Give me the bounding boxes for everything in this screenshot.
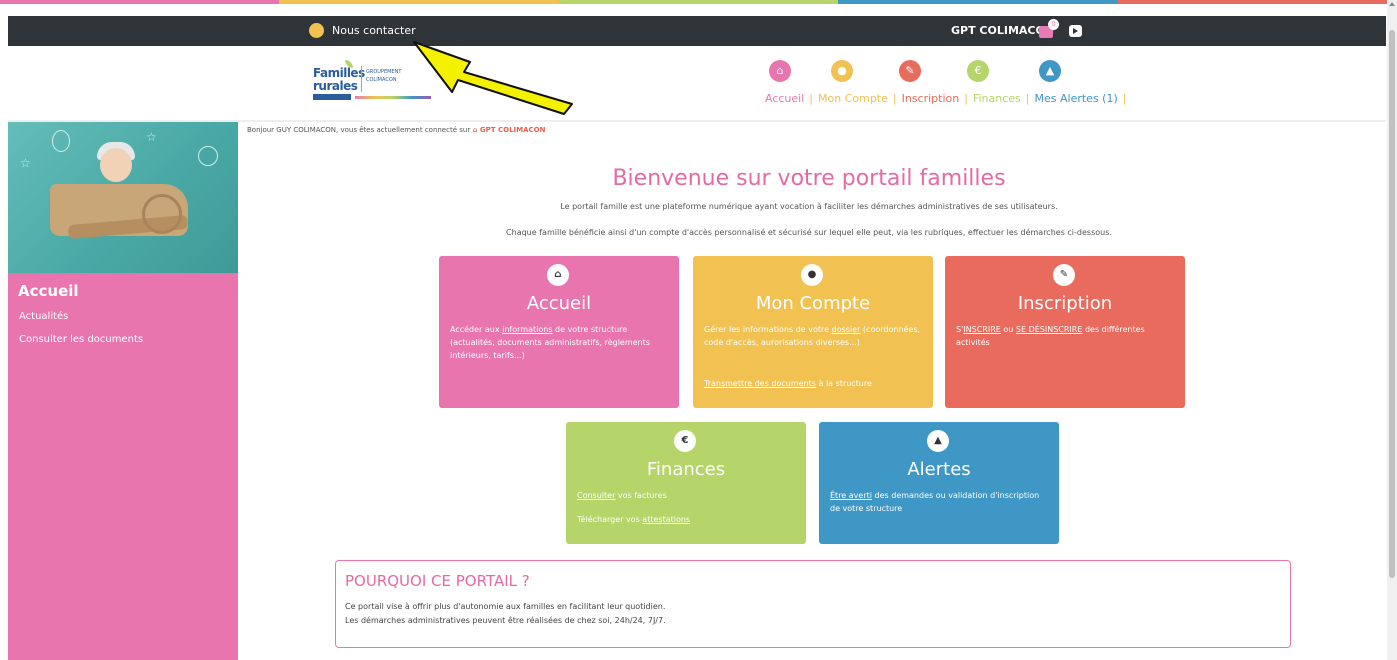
logo-pill: [313, 94, 351, 100]
nav-separator: |: [1122, 92, 1127, 105]
color-strip: [0, 0, 1397, 4]
nav-link-alertes[interactable]: Mes Alertes (1): [1035, 92, 1118, 105]
contact-link[interactable]: Nous contacter: [309, 23, 416, 38]
scrollbar-thumb[interactable]: [1389, 30, 1395, 578]
pencil-icon: ✎: [1053, 264, 1075, 286]
logo-line-2: rurales: [313, 79, 358, 93]
sidebar-title: Accueil: [18, 282, 79, 300]
card-title: Alertes: [907, 459, 971, 480]
nav-icons: ⌂ ● ✎ € ▲: [769, 60, 1069, 82]
card-accueil[interactable]: ⌂ Accueil Accéder aux informations de vo…: [439, 256, 679, 408]
why-paragraph-1: Ce portail vise à offrir plus d'autonomi…: [345, 602, 666, 611]
card-title: Mon Compte: [755, 293, 871, 314]
why-title: POURQUOI CE PORTAIL ?: [345, 572, 530, 590]
star-icon: ☆: [20, 156, 31, 170]
nav-separator: |: [964, 92, 968, 105]
cart-badge: 0: [1048, 19, 1059, 30]
card-description-2: Télécharger vos attestations: [577, 513, 690, 526]
card-text: à la structure: [815, 379, 872, 388]
card-description-2: Transmettre des documents à la structure: [704, 377, 872, 390]
star-icon: ☆: [146, 130, 157, 144]
card-mon-compte[interactable]: ● Mon Compte Gérer les informations de v…: [693, 256, 933, 408]
home-icon: ⌂: [547, 264, 569, 286]
intro-text-2: Chaque famille bénéficie ainsi d'un comp…: [506, 228, 1112, 237]
balloon-icon: [52, 130, 70, 152]
intro-text-1: Le portail famille est une plateforme nu…: [560, 202, 1058, 211]
nav-separator: |: [892, 92, 897, 105]
card-title: Accueil: [526, 293, 592, 314]
page-title: Bienvenue sur votre portail familles: [612, 166, 1006, 191]
inscrire-link[interactable]: INSCRIRE: [963, 325, 1001, 334]
why-portal-box: POURQUOI CE PORTAIL ? Ce portail vise à …: [335, 560, 1291, 648]
informations-link[interactable]: informations: [502, 325, 552, 334]
card-title: Finances: [646, 459, 726, 480]
logo-group-2: COLIMACON: [366, 77, 397, 83]
sidebar-item-actualites[interactable]: Actualités: [19, 311, 68, 322]
plane-propeller: [142, 194, 182, 234]
card-description: Consulter vos factures: [577, 489, 795, 502]
logo-line-1: Familles: [313, 66, 365, 80]
nav-separator: |: [1025, 92, 1030, 105]
attestations-link[interactable]: attestations: [642, 515, 690, 524]
dossier-link[interactable]: dossier: [832, 325, 861, 334]
card-description: S'INSCRIRE ou SE DÉSINSCRIRE des différe…: [956, 323, 1174, 349]
warning-icon: ▲: [927, 430, 949, 452]
child-head: [100, 148, 132, 182]
user-icon: ●: [801, 264, 823, 286]
card-text: Gérer les informations de votre: [704, 325, 832, 334]
cart-button[interactable]: 0: [1039, 19, 1059, 39]
card-text: Accéder aux: [450, 325, 503, 334]
card-alertes[interactable]: ▲ Alertes Être averti des demandes ou va…: [819, 422, 1059, 544]
user-icon[interactable]: ●: [831, 60, 853, 82]
breadcrumb-structure-link[interactable]: ⌂ GPT COLIMACON: [472, 126, 545, 134]
card-description: Accéder aux informations de votre struct…: [450, 323, 668, 362]
consulter-link[interactable]: Consulter: [577, 491, 615, 500]
sidebar: ☆ ☆ Accueil Actualités Consulter les doc…: [8, 122, 238, 660]
nav-link-accueil[interactable]: Accueil: [765, 92, 804, 105]
chat-icon: [309, 23, 324, 38]
breadcrumb: Bonjour GUY COLIMACON, vous êtes actuell…: [247, 126, 545, 134]
logo-separator: [361, 66, 362, 92]
home-icon[interactable]: ⌂: [769, 60, 791, 82]
scroll-up-icon[interactable]: [1389, 2, 1395, 6]
header: Familles rurales GROUPEMENT COLIMACON ⌂ …: [8, 46, 1386, 122]
card-finances[interactable]: € Finances Consulter vos factures Téléch…: [566, 422, 806, 544]
pencil-icon[interactable]: ✎: [899, 60, 921, 82]
yellow-arrow-annotation: [413, 41, 573, 115]
card-title: Inscription: [1017, 293, 1113, 314]
card-inscription[interactable]: ✎ Inscription S'INSCRIRE ou SE DÉSINSCRI…: [945, 256, 1185, 408]
warning-icon[interactable]: ▲: [1039, 60, 1061, 82]
top-bar: Nous contacter GPT COLIMACON 0: [8, 16, 1386, 46]
sidebar-photo: ☆ ☆: [8, 122, 238, 273]
sun-icon: [198, 146, 218, 166]
logo-group-1: GROUPEMENT: [366, 69, 402, 75]
card-text: ou: [1000, 325, 1016, 334]
logout-icon[interactable]: [1069, 25, 1082, 37]
sidebar-item-documents[interactable]: Consulter les documents: [19, 334, 143, 345]
nav-link-inscription[interactable]: Inscription: [902, 92, 960, 105]
breadcrumb-text: Bonjour GUY COLIMACON, vous êtes actuell…: [247, 126, 471, 134]
scrollbar[interactable]: [1387, 0, 1397, 660]
card-description: Gérer les informations de votre dossier …: [704, 323, 922, 349]
card-text: vos factures: [615, 491, 667, 500]
nav-separator: |: [809, 92, 813, 105]
nav-link-mon-compte[interactable]: Mon Compte: [818, 92, 888, 105]
card-text: Télécharger vos: [577, 515, 643, 524]
desinscrire-link[interactable]: SE DÉSINSCRIRE: [1016, 325, 1083, 334]
card-description: Être averti des demandes ou validation d…: [830, 489, 1048, 515]
transmettre-documents-link[interactable]: Transmettre des documents: [704, 379, 816, 388]
euro-icon: €: [674, 430, 696, 452]
nav-link-finances[interactable]: Finances: [973, 92, 1021, 105]
why-paragraph-2: Les démarches administratives peuvent êt…: [345, 616, 666, 625]
nav-links: Accueil | Mon Compte | Inscription | Finances |…: [765, 92, 1131, 105]
etre-averti-link[interactable]: Être averti: [830, 491, 872, 500]
euro-icon[interactable]: €: [967, 60, 989, 82]
